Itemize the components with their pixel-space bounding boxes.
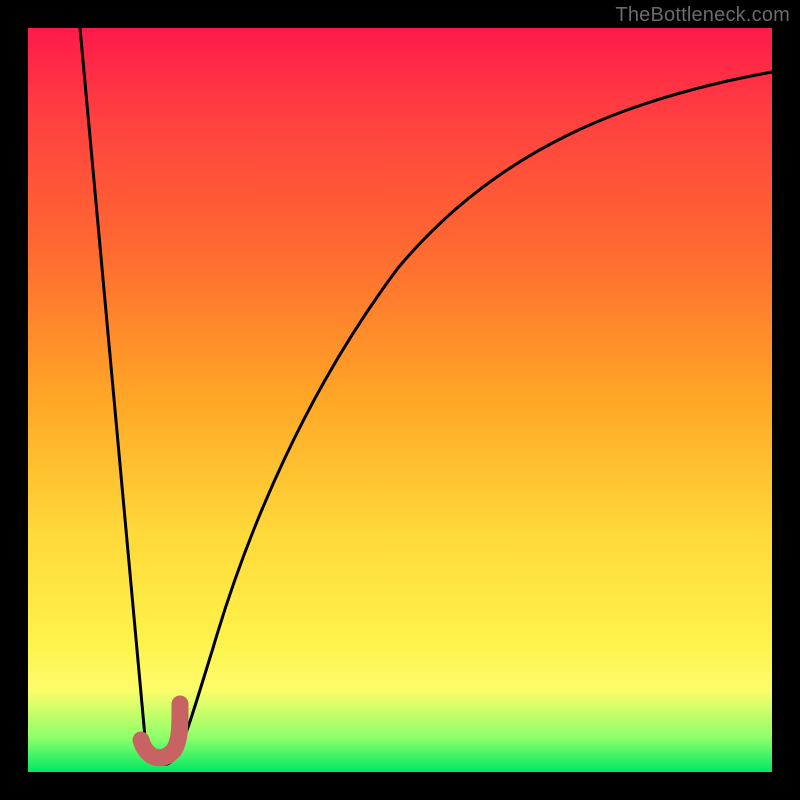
watermark-text: TheBottleneck.com (615, 4, 790, 27)
bottleneck-curve (80, 28, 772, 764)
plot-area (28, 28, 772, 772)
curve-layer (28, 28, 772, 772)
chart-frame: TheBottleneck.com (0, 0, 800, 800)
highlight-j-marker (141, 704, 180, 758)
